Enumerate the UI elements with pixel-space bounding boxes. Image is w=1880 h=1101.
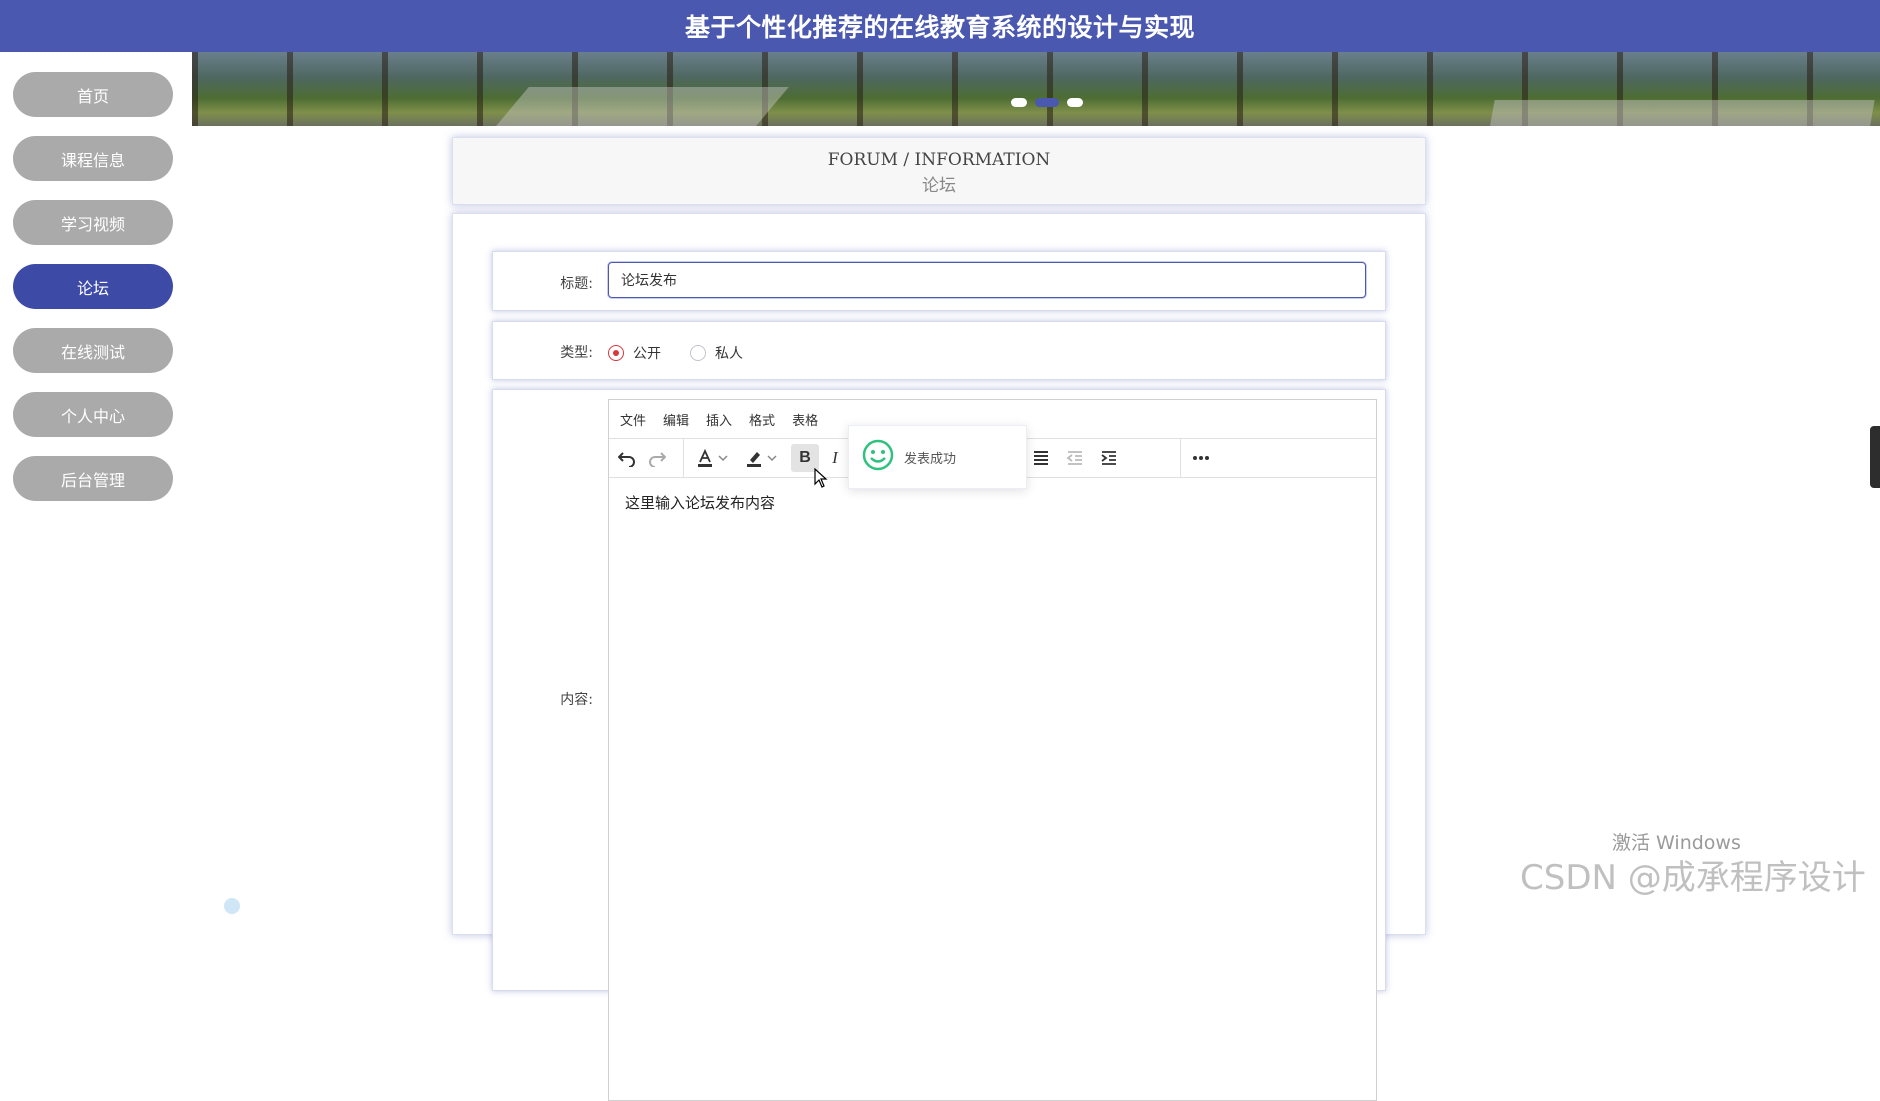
sidebar-item-forum[interactable]: 论坛 (13, 264, 173, 309)
radio-private-label: 私人 (715, 346, 743, 362)
app-title: 基于个性化推荐的在线教育系统的设计与实现 (684, 13, 1195, 42)
carousel-dot[interactable] (1011, 98, 1027, 107)
redo-icon[interactable] (643, 444, 671, 472)
mouse-cursor-icon (814, 467, 828, 492)
type-label: 类型: (560, 345, 593, 361)
banner-path-shape (495, 87, 789, 126)
menu-table[interactable]: 表格 (792, 410, 818, 429)
page-title-cn: 论坛 (922, 176, 956, 196)
undo-icon[interactable] (613, 444, 641, 472)
title-row: 标题: (492, 251, 1386, 311)
top-bar: 基于个性化推荐的在线教育系统的设计与实现 (0, 0, 1880, 52)
radio-public-label: 公开 (633, 346, 661, 362)
radio-private[interactable]: 私人 (690, 343, 743, 363)
carousel-dots (1011, 98, 1083, 107)
sidebar-item-online-test[interactable]: 在线测试 (13, 328, 173, 373)
menu-format[interactable]: 格式 (749, 410, 775, 429)
csdn-watermark: CSDN @成承程序设计 (1520, 858, 1866, 898)
menu-insert[interactable]: 插入 (706, 410, 732, 429)
banner-carousel (192, 52, 1880, 126)
chevron-down-icon[interactable] (715, 444, 731, 472)
floating-widget-icon[interactable] (224, 898, 240, 914)
outdent-icon[interactable] (1061, 444, 1089, 472)
page-header: FORUM / INFORMATION 论坛 (452, 137, 1426, 205)
justify-icon[interactable] (1027, 444, 1055, 472)
smile-icon (862, 439, 894, 475)
toast-message: 发表成功 (904, 451, 957, 467)
carousel-dot[interactable] (1067, 98, 1083, 107)
title-input[interactable] (608, 262, 1366, 298)
sidebar: 首页 课程信息 学习视频 论坛 在线测试 个人中心 后台管理 (0, 52, 192, 906)
type-row: 类型: 公开 私人 (492, 321, 1386, 380)
banner-path-shape (1489, 100, 1875, 126)
sidebar-item-videos[interactable]: 学习视频 (13, 200, 173, 245)
sidebar-item-home[interactable]: 首页 (13, 72, 173, 117)
radio-circle (690, 345, 706, 361)
rich-text-editor: 文件 编辑 插入 格式 表格 B I 这里输入论坛发布内容 (608, 399, 1377, 1101)
sidebar-item-admin[interactable]: 后台管理 (13, 456, 173, 501)
title-label: 标题: (560, 276, 593, 292)
toolbar-separator (683, 439, 684, 477)
radio-public[interactable]: 公开 (608, 343, 661, 363)
sidebar-item-courses[interactable]: 课程信息 (13, 136, 173, 181)
toolbar-separator (1180, 439, 1181, 477)
carousel-dot-active[interactable] (1035, 98, 1059, 107)
indent-icon[interactable] (1095, 444, 1123, 472)
sidebar-item-profile[interactable]: 个人中心 (13, 392, 173, 437)
success-toast: 发表成功 (848, 425, 1027, 489)
page-title-en: FORUM / INFORMATION (827, 150, 1051, 170)
chevron-down-icon[interactable] (764, 444, 780, 472)
side-drawer-handle[interactable] (1870, 426, 1880, 488)
menu-edit[interactable]: 编辑 (663, 410, 689, 429)
radio-circle-checked (608, 345, 624, 361)
more-icon[interactable] (1187, 444, 1215, 472)
content-label: 内容: (560, 692, 593, 708)
menu-file[interactable]: 文件 (620, 410, 646, 429)
